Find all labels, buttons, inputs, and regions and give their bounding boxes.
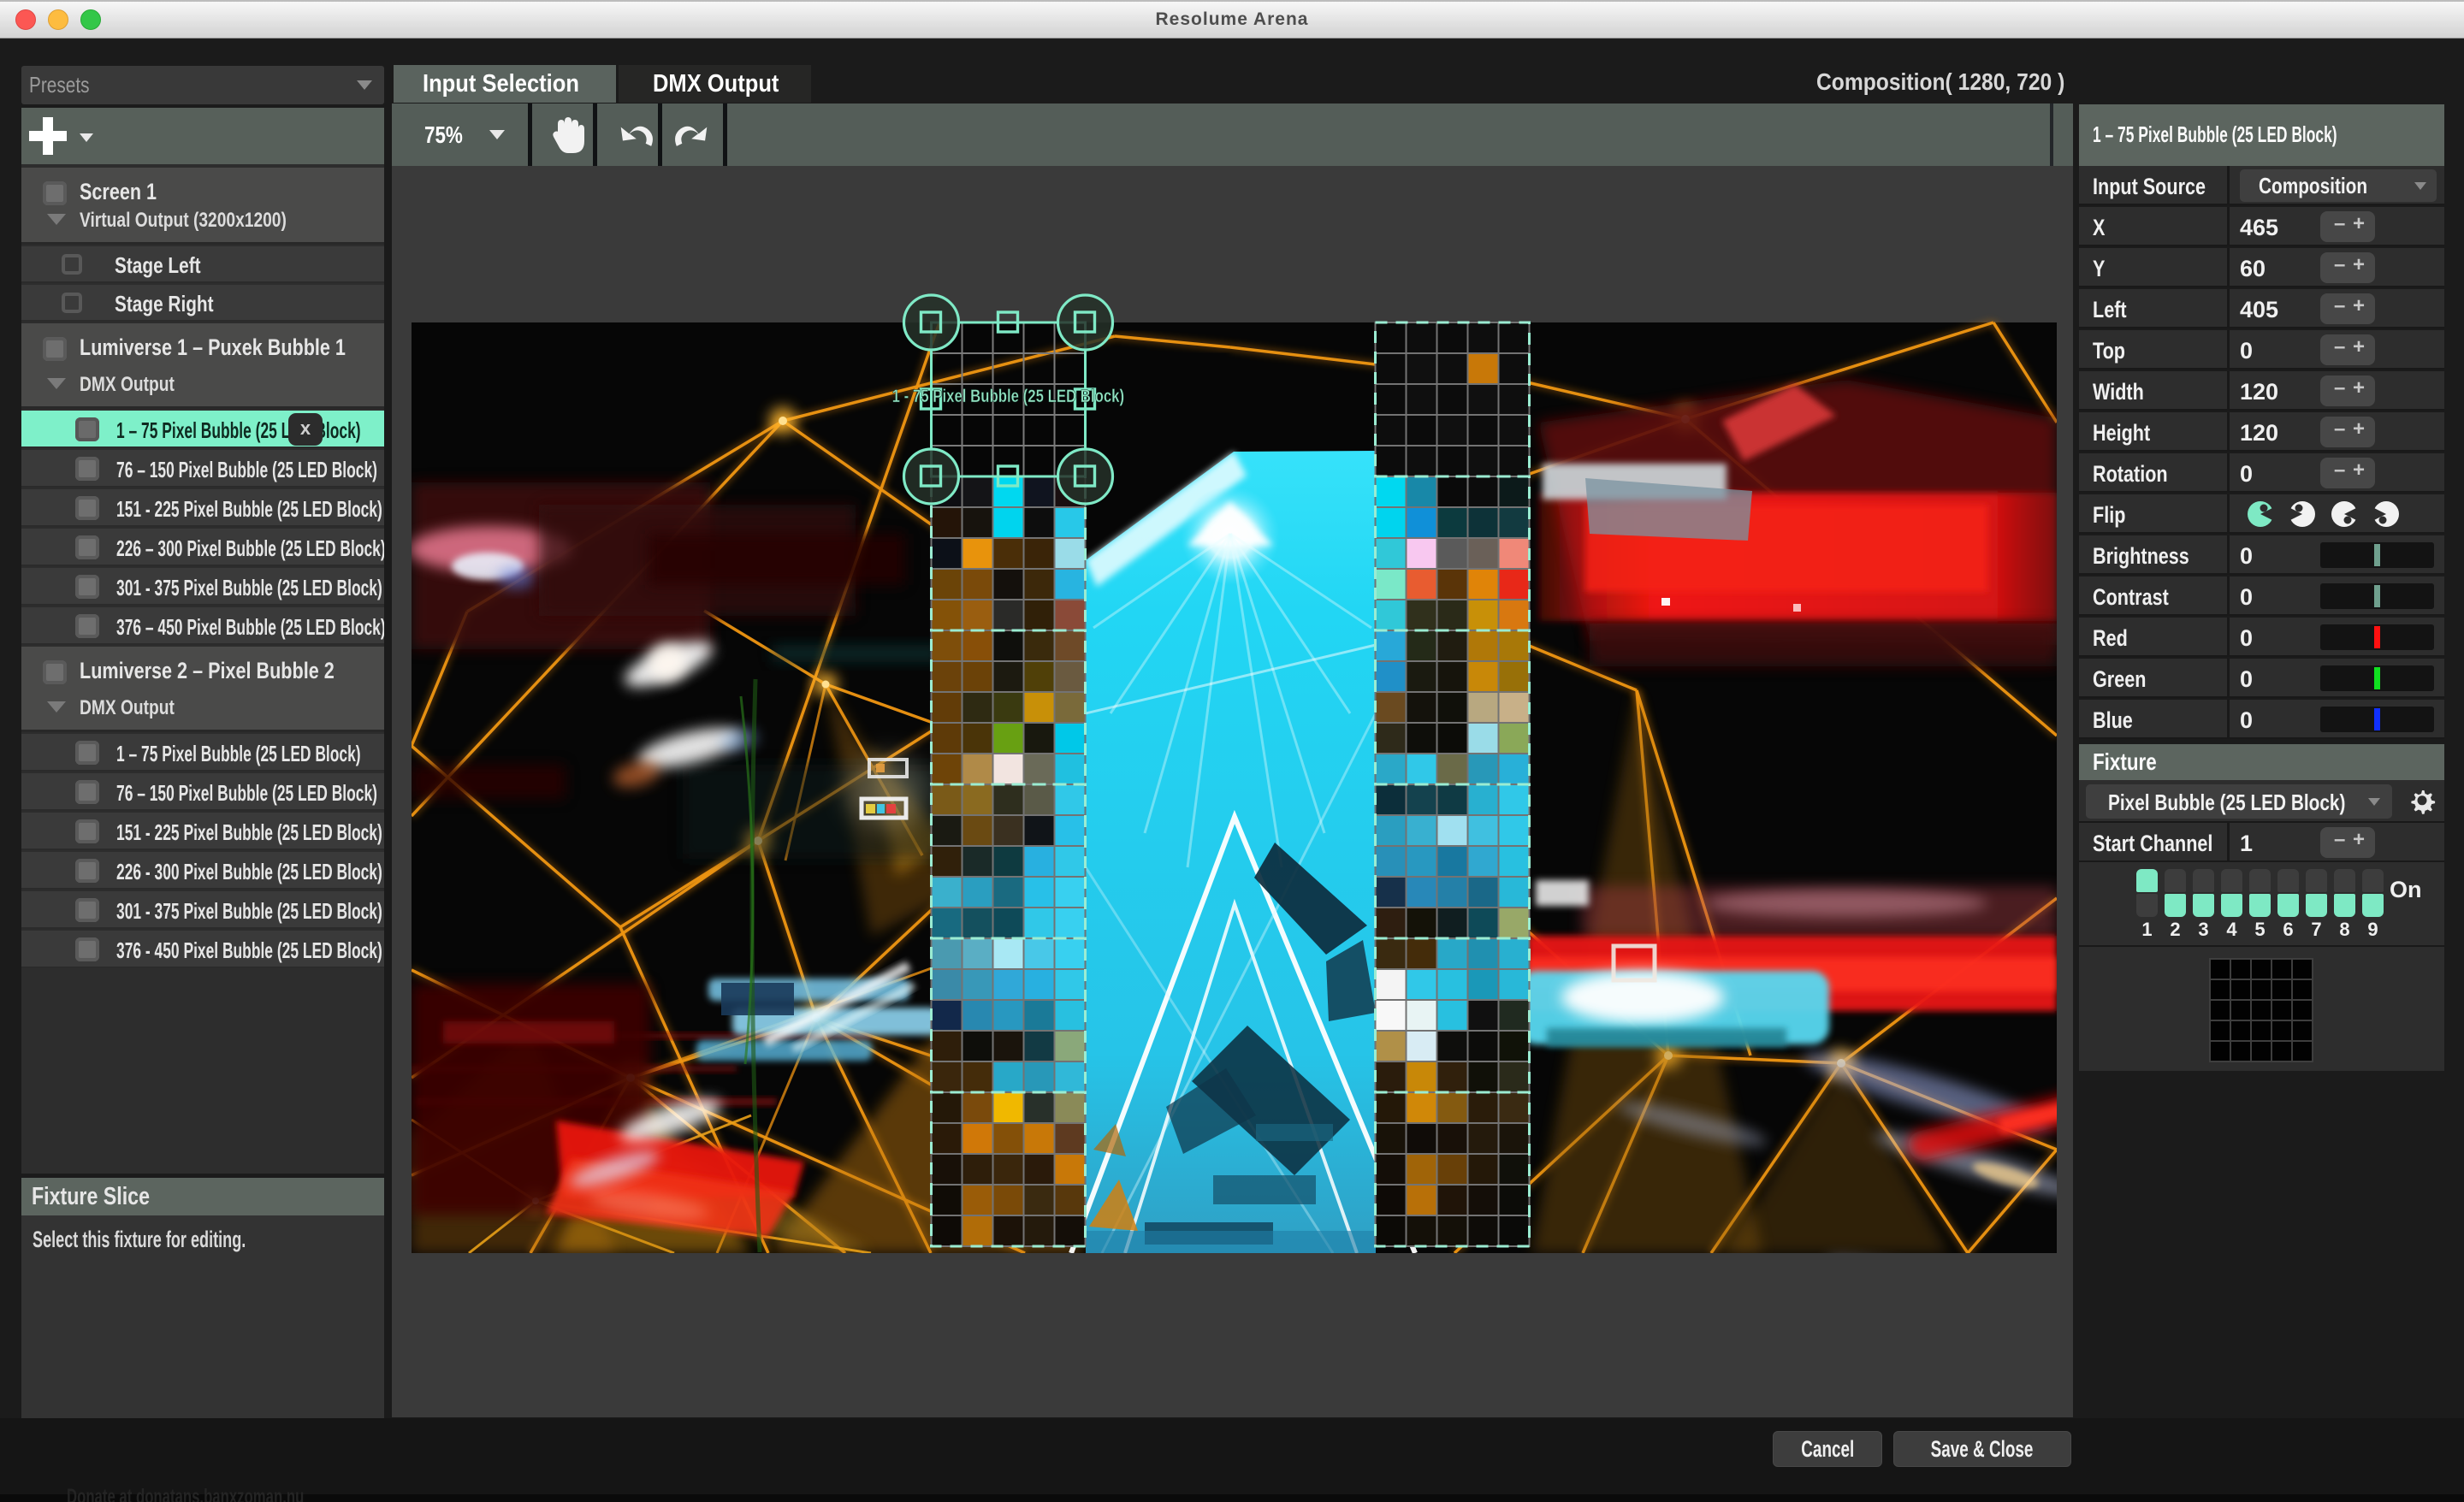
svg-text:1 - 75 Pixel Bubble (25 LED Bl: 1 - 75 Pixel Bubble (25 LED Block)	[892, 387, 1124, 406]
